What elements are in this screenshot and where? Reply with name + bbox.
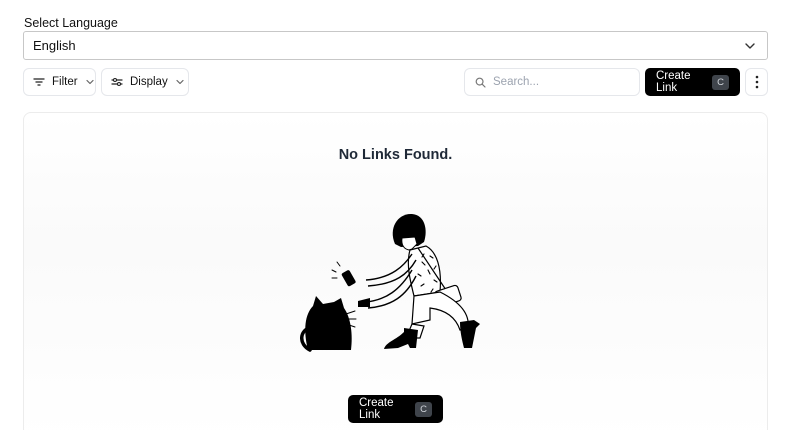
language-select[interactable]: English: [23, 31, 768, 60]
search-icon: [475, 77, 486, 88]
search-input[interactable]: Search...: [464, 68, 640, 96]
create-link-button[interactable]: Create Link C: [645, 68, 740, 96]
shortcut-badge: C: [415, 401, 432, 417]
language-label: Select Language: [24, 16, 118, 30]
empty-state-title: No Links Found.: [338, 147, 453, 163]
chevron-down-icon: [176, 79, 184, 85]
search-placeholder: Search...: [493, 76, 540, 88]
empty-state-create-link-button[interactable]: Create Link C: [348, 395, 443, 423]
shortcut-badge: C: [712, 74, 729, 90]
more-options-button[interactable]: [745, 68, 768, 96]
create-link-button-label: Create Link: [656, 70, 691, 94]
chevron-down-icon: [85, 79, 94, 85]
empty-state-illustration: [300, 213, 480, 352]
filter-button[interactable]: Filter: [23, 68, 96, 96]
sliders-icon: [111, 77, 123, 87]
filter-icon: [33, 78, 45, 86]
language-select-value: English: [33, 38, 76, 53]
chevron-down-icon: [745, 42, 755, 49]
more-vertical-icon: [755, 75, 758, 89]
filter-button-label: Filter: [52, 76, 78, 88]
display-button[interactable]: Display: [101, 68, 189, 96]
display-button-label: Display: [130, 76, 168, 88]
create-link-button-label: Create Link: [359, 397, 394, 421]
